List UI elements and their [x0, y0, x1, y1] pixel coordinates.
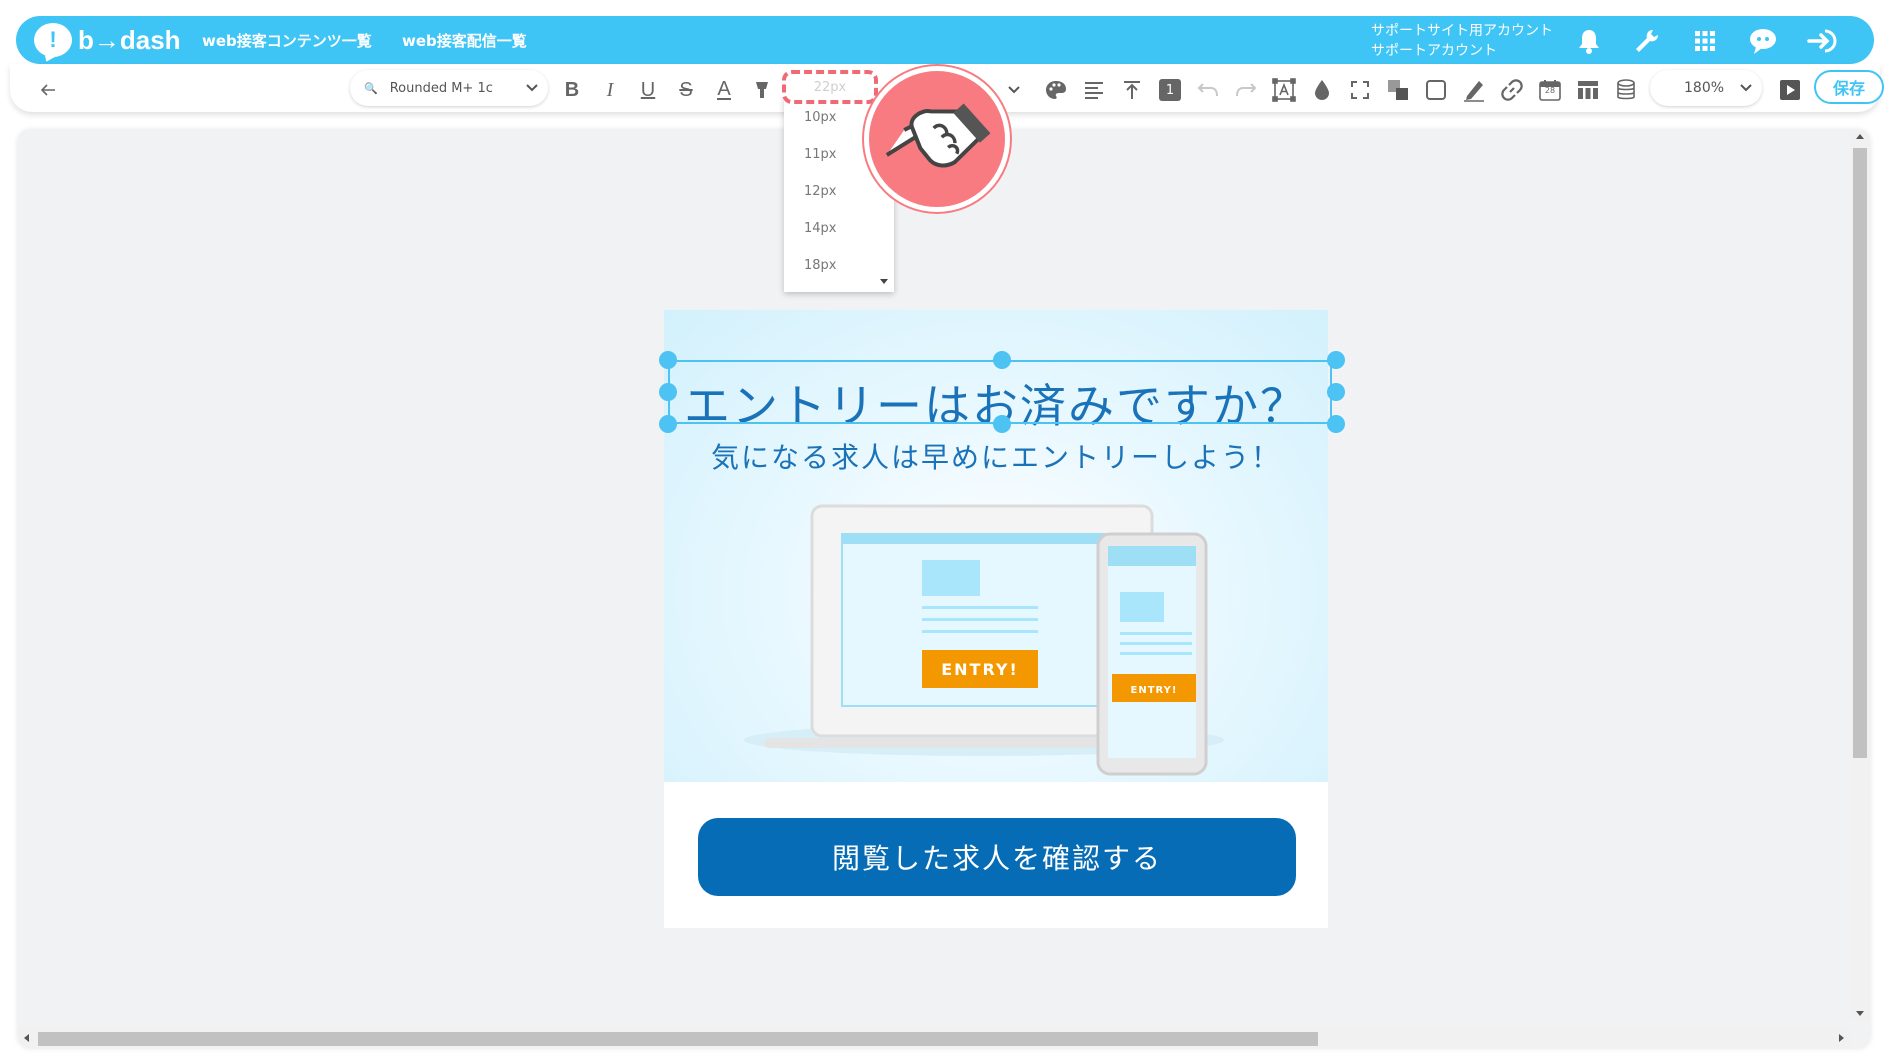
text-box-icon[interactable]	[1270, 76, 1298, 104]
logo-bubble-icon: !	[34, 23, 72, 57]
nav-web-delivery-list[interactable]: web接客配信一覧	[402, 30, 527, 51]
text-color-icon[interactable]: A	[710, 76, 738, 104]
border-icon[interactable]	[1422, 76, 1450, 104]
resize-handle-tl[interactable]	[659, 351, 677, 369]
redo-icon[interactable]	[1232, 76, 1260, 104]
calendar-day: 28	[1544, 86, 1556, 95]
drop-icon[interactable]	[1308, 76, 1336, 104]
tutorial-pointer	[864, 66, 1010, 212]
cta-button[interactable]: 閲覧した求人を確認する	[698, 818, 1296, 896]
app-header: ! b→dash web接客コンテンツ一覧 web接客配信一覧 サポートサイト用…	[16, 16, 1874, 64]
font-size-option[interactable]: 11px	[804, 147, 837, 162]
pointing-hand-icon	[885, 103, 991, 168]
layer-number: 1	[1159, 79, 1181, 101]
strikethrough-icon[interactable]: S	[672, 76, 700, 104]
zoom-value: 180%	[1684, 80, 1725, 96]
font-size-option[interactable]: 18px	[804, 258, 837, 273]
font-family-value: Rounded M+ 1c	[389, 80, 493, 96]
search-icon: 🔍	[364, 81, 378, 95]
logout-icon[interactable]	[1806, 24, 1840, 58]
bdash-logo[interactable]: ! b→dash	[34, 20, 181, 60]
vertical-scroll-thumb[interactable]	[1853, 148, 1867, 758]
scroll-left-icon[interactable]	[24, 1034, 29, 1042]
banner-hero: ENTRY! ENTRY! エントリーはお済みですか？ 気になる求人は早めにエン…	[659, 310, 1345, 782]
preview-play-icon[interactable]	[1776, 76, 1804, 104]
palette-icon[interactable]	[1042, 76, 1070, 104]
fullscreen-icon[interactable]	[1346, 76, 1374, 104]
font-family-select[interactable]: 🔍 Rounded M+ 1c	[350, 70, 548, 106]
web-banner[interactable]: ENTRY! ENTRY! エントリーはお済みですか？ 気になる求人は早めにエン…	[659, 310, 1345, 928]
horizontal-scrollbar[interactable]	[18, 1028, 1850, 1048]
chat-icon[interactable]	[1746, 24, 1780, 58]
entry-label-laptop: ENTRY!	[941, 660, 1019, 679]
account-name: サポートアカウント	[1371, 43, 1497, 59]
scroll-down-icon[interactable]	[1856, 1011, 1864, 1016]
vertical-align-top-icon[interactable]	[1118, 76, 1146, 104]
entry-label-phone: ENTRY!	[1131, 685, 1178, 696]
undo-icon[interactable]	[1194, 76, 1222, 104]
nav-web-content-list[interactable]: web接客コンテンツ一覧	[202, 30, 372, 51]
account-info[interactable]: サポートサイト用アカウント サポートアカウント	[1371, 21, 1553, 61]
scroll-right-icon[interactable]	[1839, 1034, 1844, 1042]
scroll-up-icon[interactable]	[1856, 134, 1864, 139]
highlight-icon[interactable]	[748, 76, 776, 104]
align-left-icon[interactable]	[1080, 76, 1108, 104]
font-size-option[interactable]: 14px	[804, 221, 837, 236]
resize-handle-t[interactable]	[993, 351, 1011, 369]
caret-down-icon[interactable]	[880, 279, 888, 284]
grid-icon[interactable]	[1688, 24, 1722, 58]
arrange-icon[interactable]	[1384, 76, 1412, 104]
database-icon[interactable]	[1612, 76, 1640, 104]
link-icon[interactable]	[1498, 76, 1526, 104]
pen-icon[interactable]	[1460, 76, 1488, 104]
font-size-value: 22px	[813, 79, 847, 95]
layer-number-icon[interactable]: 1	[1156, 76, 1184, 104]
resize-handle-br[interactable]	[1327, 415, 1345, 433]
chevron-down-icon	[1740, 80, 1752, 96]
logo-text: b→dash	[78, 24, 181, 55]
underline-icon[interactable]: U	[634, 76, 662, 104]
calendar-icon[interactable]: 28	[1536, 76, 1564, 104]
resize-handle-tr[interactable]	[1327, 351, 1345, 369]
account-site-name: サポートサイト用アカウント	[1371, 23, 1553, 39]
resize-handle-b[interactable]	[993, 415, 1011, 433]
resize-handle-r[interactable]	[1327, 383, 1345, 401]
bold-icon[interactable]: B	[558, 76, 586, 104]
italic-icon[interactable]: I	[596, 76, 624, 104]
banner-subline[interactable]: 気になる求人は早めにエントリーしよう！	[664, 436, 1328, 476]
resize-handle-l[interactable]	[659, 383, 677, 401]
zoom-select[interactable]: 180%	[1650, 70, 1762, 106]
font-size-option[interactable]: 12px	[804, 184, 837, 199]
bell-icon[interactable]	[1572, 24, 1606, 58]
horizontal-scroll-thumb[interactable]	[38, 1032, 1318, 1046]
table-icon[interactable]	[1574, 76, 1602, 104]
wrench-icon[interactable]	[1630, 24, 1664, 58]
save-button[interactable]: 保存	[1814, 70, 1884, 104]
font-size-option[interactable]: 10px	[804, 110, 837, 125]
vertical-scrollbar[interactable]	[1850, 130, 1870, 1020]
chevron-down-icon	[526, 81, 538, 96]
resize-handle-bl[interactable]	[659, 415, 677, 433]
back-arrow-icon[interactable]	[34, 76, 62, 104]
editor-canvas[interactable]: ENTRY! ENTRY! エントリーはお済みですか？ 気になる求人は早めにエン…	[18, 130, 1870, 1048]
